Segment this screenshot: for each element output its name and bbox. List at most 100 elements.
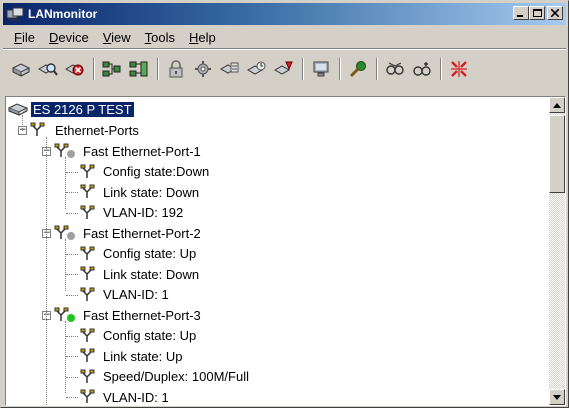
tree-connector-line: [65, 157, 66, 209]
port-status-icon: [54, 307, 75, 322]
menu-help[interactable]: Help: [182, 30, 223, 45]
menu-file[interactable]: File: [7, 30, 42, 45]
tree-node-label: Link state: Down: [103, 184, 200, 200]
lock-icon: [169, 60, 183, 78]
minimize-button[interactable]: [513, 6, 529, 20]
arrow-up-icon: [553, 102, 561, 108]
tree-connector-line: [66, 294, 78, 296]
toolbar-separator: [376, 58, 378, 80]
maximize-icon: [532, 9, 542, 17]
scroll-up-button[interactable]: [549, 97, 565, 113]
device-event-button[interactable]: [272, 57, 296, 81]
add-device-icon: [11, 63, 31, 77]
tree-node-label: Fast Ethernet-Port-3: [83, 307, 201, 323]
network-group-icon: [386, 62, 404, 75]
arrow-down-icon: [553, 394, 561, 400]
delete-device-icon: [65, 64, 84, 76]
tree-node-property[interactable]: Config state:Down: [80, 162, 211, 182]
tree-node-property[interactable]: VLAN-ID: 192: [80, 203, 185, 223]
lan-network-icon: [6, 7, 24, 21]
tree-node-property[interactable]: Config state: Up: [80, 326, 198, 346]
device-config-icon: [220, 62, 239, 74]
settings-gear-button[interactable]: [191, 57, 215, 81]
firewall-button[interactable]: [309, 57, 333, 81]
menu-view-label: iew: [111, 29, 131, 45]
network-view-alt-button[interactable]: [127, 57, 151, 81]
tree-connector-line: [65, 239, 66, 291]
network-group-alt-icon: [413, 62, 431, 76]
network-group-alt-button[interactable]: [410, 57, 434, 81]
tree-node-label: ES 2126 P TEST: [30, 100, 135, 118]
expand-collapse-icon: [451, 61, 467, 77]
tree-connector-line: [66, 171, 78, 173]
tree-connector-line: [65, 321, 66, 393]
tree-node-port[interactable]: Fast Ethernet-Port-2: [54, 223, 203, 243]
window-title: LANmonitor: [28, 7, 98, 21]
port-plug-icon: [80, 184, 95, 198]
search-device-button[interactable]: [36, 57, 60, 81]
network-group-button[interactable]: [383, 57, 407, 81]
tree-node-label: Config state: Up: [103, 246, 197, 261]
network-view-button[interactable]: [100, 57, 124, 81]
port-status-icon: [54, 143, 75, 158]
tree-node-label: Link state: Down: [103, 266, 200, 282]
port-plug-icon: [80, 164, 95, 178]
menu-file-label: ile: [21, 29, 35, 45]
toolbar-separator: [93, 58, 95, 80]
vertical-scrollbar[interactable]: [549, 97, 565, 405]
tree-node-label: Speed/Duplex: 100M/Full: [103, 369, 249, 384]
firewall-icon: [313, 61, 329, 77]
device-monitor-button[interactable]: [245, 57, 269, 81]
menu-help-accel: H: [189, 29, 199, 45]
device-event-icon: [274, 61, 293, 75]
tree-node-property[interactable]: Speed/Duplex: 100M/Full: [80, 367, 251, 387]
tree-node-port[interactable]: Fast Ethernet-Port-3: [54, 305, 203, 325]
tree-node-label: Fast Ethernet-Port-2: [83, 225, 201, 241]
port-plug-icon: [80, 369, 95, 383]
lock-button[interactable]: [164, 57, 188, 81]
title-bar[interactable]: LANmonitor: [3, 3, 566, 25]
device-tree[interactable]: ES 2126 P TEST − Ethernet-Ports − Fast Et…: [5, 96, 566, 406]
port-plug-icon: [80, 246, 95, 260]
menu-view[interactable]: View: [96, 30, 138, 45]
key-button[interactable]: [346, 57, 370, 81]
delete-device-button[interactable]: [63, 57, 87, 81]
tree-connector-line: [66, 212, 78, 214]
menu-device-label: evice: [58, 29, 89, 45]
tree-node-label: Ethernet-Ports: [55, 122, 139, 138]
menu-separator: [3, 48, 566, 50]
port-plug-icon: [80, 348, 95, 362]
scroll-thumb[interactable]: [549, 115, 565, 193]
tree-node-property[interactable]: Config state: Up: [80, 244, 198, 264]
device-config-button[interactable]: [218, 57, 242, 81]
toolbar-separator: [440, 58, 442, 80]
menu-device-accel: D: [48, 29, 59, 45]
key-icon: [349, 61, 366, 78]
tree-connector-line: [66, 253, 78, 255]
tree-node-label: VLAN-ID: 1: [103, 389, 169, 405]
menu-tools-label: ools: [151, 29, 176, 45]
tree-node-port[interactable]: Fast Ethernet-Port-1: [54, 141, 203, 161]
menu-tools[interactable]: Tools: [138, 30, 182, 45]
add-device-button[interactable]: [9, 57, 33, 81]
expand-collapse-button[interactable]: [447, 57, 471, 81]
menu-device[interactable]: Device: [42, 30, 96, 45]
tree-connector-line: [46, 137, 47, 405]
tree-node-property[interactable]: VLAN-ID: 1: [80, 387, 171, 405]
port-plug-icon: [80, 287, 95, 301]
close-button[interactable]: [547, 6, 563, 20]
menu-file-accel: F: [14, 29, 22, 45]
search-device-icon: [38, 63, 58, 76]
tree-node-property[interactable]: Link state: Down: [80, 182, 201, 202]
tree-connector-line: [66, 397, 78, 398]
maximize-button[interactable]: [529, 6, 545, 20]
tree-node-property[interactable]: VLAN-ID: 1: [80, 285, 171, 305]
tree-connector-line: [66, 274, 78, 275]
scroll-down-button[interactable]: [549, 389, 565, 405]
tree-node-property[interactable]: Link state: Up: [80, 346, 185, 366]
settings-gear-icon: [195, 61, 211, 77]
tree-node-device[interactable]: ES 2126 P TEST: [8, 99, 135, 119]
tree-node-property[interactable]: Link state: Down: [80, 264, 201, 284]
tree-connector-line: [66, 192, 78, 193]
port-plug-icon: [80, 389, 95, 403]
